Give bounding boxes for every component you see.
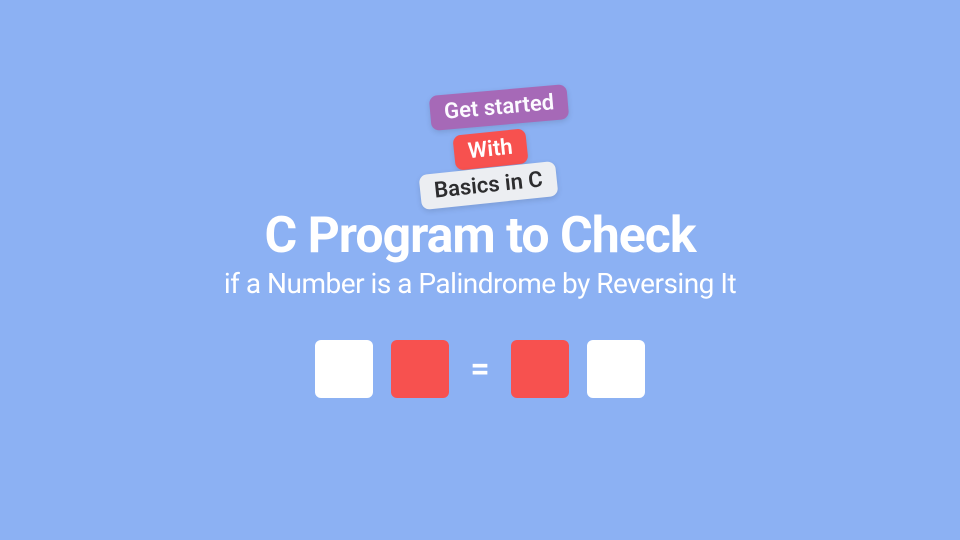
tag-get-started: Get started — [429, 84, 570, 131]
title-sub: if a Number is a Palindrome by Reversing… — [0, 267, 960, 300]
equals-sign: = — [467, 349, 493, 389]
box-inner-right — [511, 340, 569, 398]
tag-basics: Basics in C — [419, 161, 559, 210]
tag-stack: Get started With Basics in C — [424, 90, 624, 220]
palindrome-boxes: = — [0, 340, 960, 398]
box-inner-left — [391, 340, 449, 398]
box-outer-right — [587, 340, 645, 398]
box-outer-left — [315, 340, 373, 398]
title-main: C Program to Check — [0, 210, 960, 263]
title-block: C Program to Check if a Number is a Pali… — [0, 210, 960, 300]
